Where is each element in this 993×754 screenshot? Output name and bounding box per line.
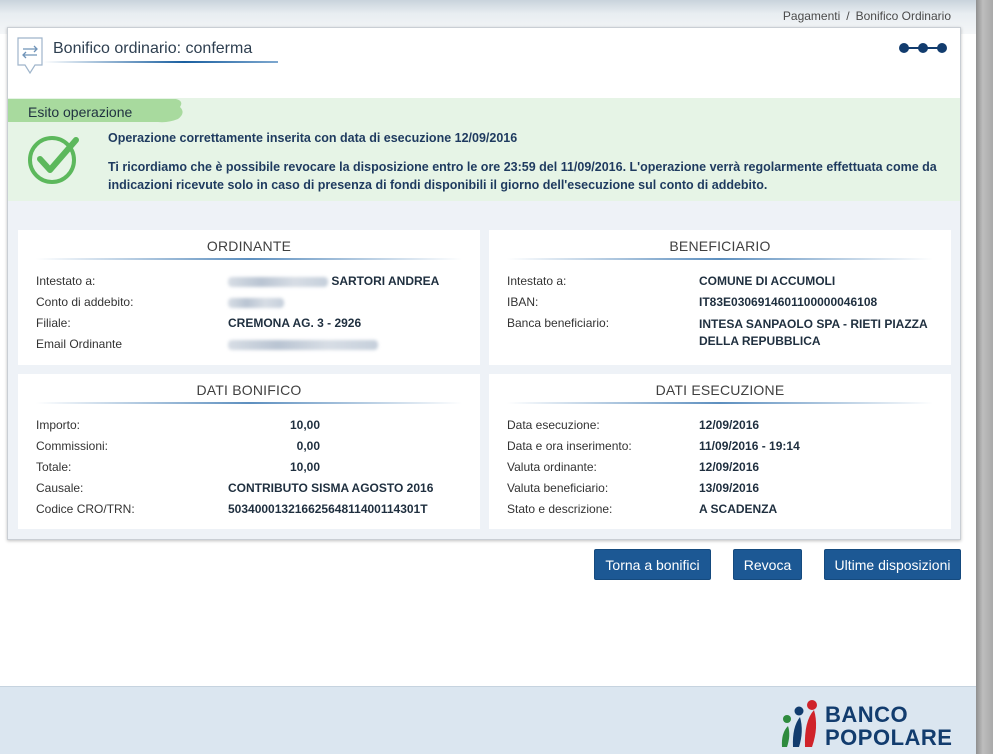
card-title-dati-esecuzione: DATI ESECUZIONE: [655, 382, 785, 398]
label-conto: Conto di addebito:: [36, 295, 134, 309]
breadcrumb-pagamenti[interactable]: Pagamenti: [783, 9, 840, 23]
panel-header: Bonifico ordinario: conferma: [8, 28, 960, 98]
row-importo: Importo: 10,00: [36, 418, 470, 439]
value-conto: [228, 295, 470, 309]
exchange-icon: [17, 37, 43, 75]
row-stato: Stato e descrizione: A SCADENZA: [507, 502, 941, 523]
card-rule: [36, 402, 462, 404]
row-totale: Totale: 10,00: [36, 460, 470, 481]
row-banca: Banca beneficiario: INTESA SANPAOLO SPA …: [507, 316, 941, 354]
torna-a-bonifici-button[interactable]: Torna a bonifici: [594, 549, 711, 580]
label-iban: IBAN:: [507, 295, 539, 309]
row-causale: Causale: CONTRIBUTO SISMA AGOSTO 2016: [36, 481, 470, 502]
value-intestato-name: SARTORI ANDREA: [331, 274, 440, 288]
label-inserimento: Data e ora inserimento:: [507, 439, 632, 453]
card-beneficiario: BENEFICIARIO Intestato a: COMUNE DI ACCU…: [489, 230, 951, 365]
label-valuta-beneficiario: Valuta beneficiario:: [507, 481, 609, 495]
value-banca-line1: INTESA SANPAOLO SPA - RIETI PIAZZA: [699, 317, 928, 331]
row-data-esecuzione: Data esecuzione: 12/09/2016: [507, 418, 941, 439]
value-importo: 10,00: [289, 418, 320, 432]
esito-box: Esito operazione Operazione correttament…: [8, 98, 960, 201]
label-intestato: Intestato a:: [507, 274, 567, 288]
row-cro: Codice CRO/TRN: 503400013216625648114001…: [36, 502, 470, 523]
card-ordinante: ORDINANTE Intestato a: SARTORI ANDREA Co…: [18, 230, 480, 365]
card-title-dati-bonifico: DATI BONIFICO: [196, 382, 302, 398]
value-valuta-ordinante: 12/09/2016: [699, 460, 760, 474]
label-totale: Totale:: [36, 460, 72, 474]
logo-line2: POPOLARE: [825, 725, 953, 750]
label-intestato: Intestato a:: [36, 274, 96, 288]
logo-line1: BANCO: [825, 702, 909, 727]
row-valuta-beneficiario: Valuta beneficiario: 13/09/2016: [507, 481, 941, 502]
label-cro: Codice CRO/TRN:: [36, 502, 135, 516]
esito-message-note: Ti ricordiamo che è possibile revocare l…: [108, 160, 937, 192]
breadcrumb: Pagamenti / Bonifico Ordinario: [783, 9, 951, 23]
value-inserimento: 11/09/2016 - 19:14: [699, 439, 800, 453]
ultime-disposizioni-button[interactable]: Ultime disposizioni: [824, 549, 961, 580]
card-dati-bonifico: DATI BONIFICO Importo: 10,00 Commissioni…: [18, 374, 480, 529]
card-rule: [507, 258, 933, 260]
value-email: [228, 337, 470, 351]
dati-esecuzione-rows: Data esecuzione: 12/09/2016 Data e ora i…: [507, 418, 941, 523]
check-circle-icon: [28, 136, 79, 184]
redacted-text: [228, 276, 328, 287]
esito-message-main: Operazione correttamente inserita con da…: [108, 131, 518, 145]
redacted-text: [228, 297, 284, 308]
banco-popolare-logo: BANCO POPOLARE: [779, 699, 959, 751]
label-filiale: Filiale:: [36, 316, 71, 330]
row-iban: IBAN: IT83E0306914601100000046108: [507, 295, 941, 316]
window-scrollbar[interactable]: [976, 0, 993, 754]
progress-steps-icon: [899, 43, 947, 53]
value-iban: IT83E0306914601100000046108: [699, 295, 878, 309]
label-data-esecuzione: Data esecuzione:: [507, 418, 600, 432]
value-filiale: CREMONA AG. 3 - 2926: [228, 316, 362, 330]
breadcrumb-current: Bonifico Ordinario: [855, 9, 951, 23]
row-email: Email Ordinante: [36, 337, 470, 358]
redacted-text: [228, 339, 378, 350]
value-banca-line2: DELLA REPUBBLICA: [699, 334, 821, 348]
card-dati-esecuzione: DATI ESECUZIONE Data esecuzione: 12/09/2…: [489, 374, 951, 529]
label-email: Email Ordinante: [36, 337, 123, 351]
row-inserimento: Data e ora inserimento: 11/09/2016 - 19:…: [507, 439, 941, 460]
card-rule: [507, 402, 933, 404]
esito-tab-label: Esito operazione: [28, 104, 133, 120]
title-underline: [43, 61, 278, 63]
beneficiario-rows: Intestato a: COMUNE DI ACCUMOLI IBAN: IT…: [507, 274, 941, 354]
row-filiale: Filiale: CREMONA AG. 3 - 2926: [36, 316, 470, 337]
people-icon: [781, 700, 817, 747]
page-title: Bonifico ordinario: conferma: [53, 40, 253, 57]
value-commissioni: 0,00: [296, 439, 320, 453]
main-panel: Bonifico ordinario: conferma Esito opera…: [7, 27, 961, 540]
breadcrumb-separator: /: [846, 9, 850, 23]
value-cro: 50340001321662564811400114301T: [228, 502, 428, 516]
value-valuta-beneficiario: 13/09/2016: [699, 481, 760, 495]
label-commissioni: Commissioni:: [36, 439, 109, 453]
value-intestato: COMUNE DI ACCUMOLI: [699, 274, 836, 288]
value-data-esecuzione: 12/09/2016: [699, 418, 760, 432]
footer: BANCO POPOLARE: [0, 686, 976, 754]
label-causale: Causale:: [36, 481, 84, 495]
value-totale: 10,00: [289, 460, 320, 474]
value-stato: A SCADENZA: [699, 502, 778, 516]
dati-bonifico-rows: Importo: 10,00 Commissioni: 0,00 Totale:…: [36, 418, 470, 523]
value-intestato: SARTORI ANDREA: [228, 274, 470, 288]
label-importo: Importo:: [36, 418, 81, 432]
row-commissioni: Commissioni: 0,00: [36, 439, 470, 460]
esito-message: Operazione correttamente inserita con da…: [108, 129, 938, 194]
revoca-button[interactable]: Revoca: [733, 549, 802, 580]
logo-text: BANCO POPOLARE: [825, 703, 952, 749]
value-banca: INTESA SANPAOLO SPA - RIETI PIAZZA DELLA…: [699, 316, 941, 350]
row-intestato: Intestato a: COMUNE DI ACCUMOLI: [507, 274, 941, 295]
ordinante-rows: Intestato a: SARTORI ANDREA Conto di add…: [36, 274, 470, 358]
row-intestato: Intestato a: SARTORI ANDREA: [36, 274, 470, 295]
value-causale: CONTRIBUTO SISMA AGOSTO 2016: [228, 481, 434, 495]
label-banca: Banca beneficiario:: [507, 316, 610, 330]
card-title-beneficiario: BENEFICIARIO: [669, 238, 771, 254]
row-conto: Conto di addebito:: [36, 295, 470, 316]
label-valuta-ordinante: Valuta ordinante:: [507, 460, 597, 474]
card-title-ordinante: ORDINANTE: [206, 238, 292, 254]
row-valuta-ordinante: Valuta ordinante: 12/09/2016: [507, 460, 941, 481]
card-rule: [36, 258, 462, 260]
label-stato: Stato e descrizione:: [507, 502, 613, 516]
